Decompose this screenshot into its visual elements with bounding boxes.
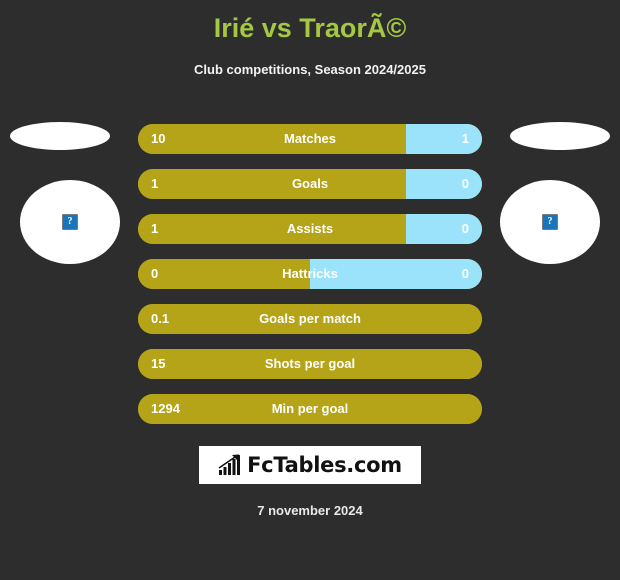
page-subtitle: Club competitions, Season 2024/2025 xyxy=(194,62,426,77)
flag-placeholder-right xyxy=(510,122,610,150)
stat-label: Matches xyxy=(283,131,337,146)
stat-label: Assists xyxy=(286,221,334,236)
stat-away-value: 1 xyxy=(461,131,469,146)
broken-image-icon: ? xyxy=(542,214,558,230)
bar-chart-growth-icon xyxy=(218,454,241,475)
stat-bars-list: 10 Matches 1 1 Goals 0 1 Assists 0 0 Hattricks 0 0.1… xyxy=(138,124,482,439)
footer-date: 7 november 2024 xyxy=(257,503,363,518)
page-title: Irié vs TraorÃ© xyxy=(213,13,407,43)
stat-away-value: 0 xyxy=(461,176,469,191)
stat-label: Goals per match xyxy=(259,311,361,326)
stat-bar: 0 Hattricks 0 xyxy=(138,259,482,289)
stat-bar: 1294 Min per goal xyxy=(138,394,482,424)
stat-label: Shots per goal xyxy=(264,356,356,371)
photo-placeholder-right: ? xyxy=(500,180,600,264)
stat-bar: 1 Assists 0 xyxy=(138,214,482,244)
player-card-right: ? xyxy=(490,118,610,268)
stat-bar: 0.1 Goals per match xyxy=(138,304,482,334)
broken-image-icon: ? xyxy=(62,214,78,230)
photo-placeholder-left: ? xyxy=(20,180,120,264)
stat-away-value: 0 xyxy=(461,221,469,236)
stat-bar: 10 Matches 1 xyxy=(138,124,482,154)
stat-bar: 1 Goals 0 xyxy=(138,169,482,199)
player-card-left: ? xyxy=(10,118,130,268)
stat-label: Goals xyxy=(291,176,329,191)
flag-placeholder-left xyxy=(10,122,110,150)
stat-away-value: 0 xyxy=(461,266,469,281)
fctables-logo[interactable]: FcTables.com xyxy=(199,446,421,484)
stat-bar: 15 Shots per goal xyxy=(138,349,482,379)
fctables-logo-text: FcTables.com xyxy=(247,453,402,477)
stat-label: Min per goal xyxy=(271,401,349,416)
stat-label: Hattricks xyxy=(282,266,338,281)
stat-comparison-card: Irié vs TraorÃ© Club competitions, Seaso… xyxy=(0,0,620,580)
